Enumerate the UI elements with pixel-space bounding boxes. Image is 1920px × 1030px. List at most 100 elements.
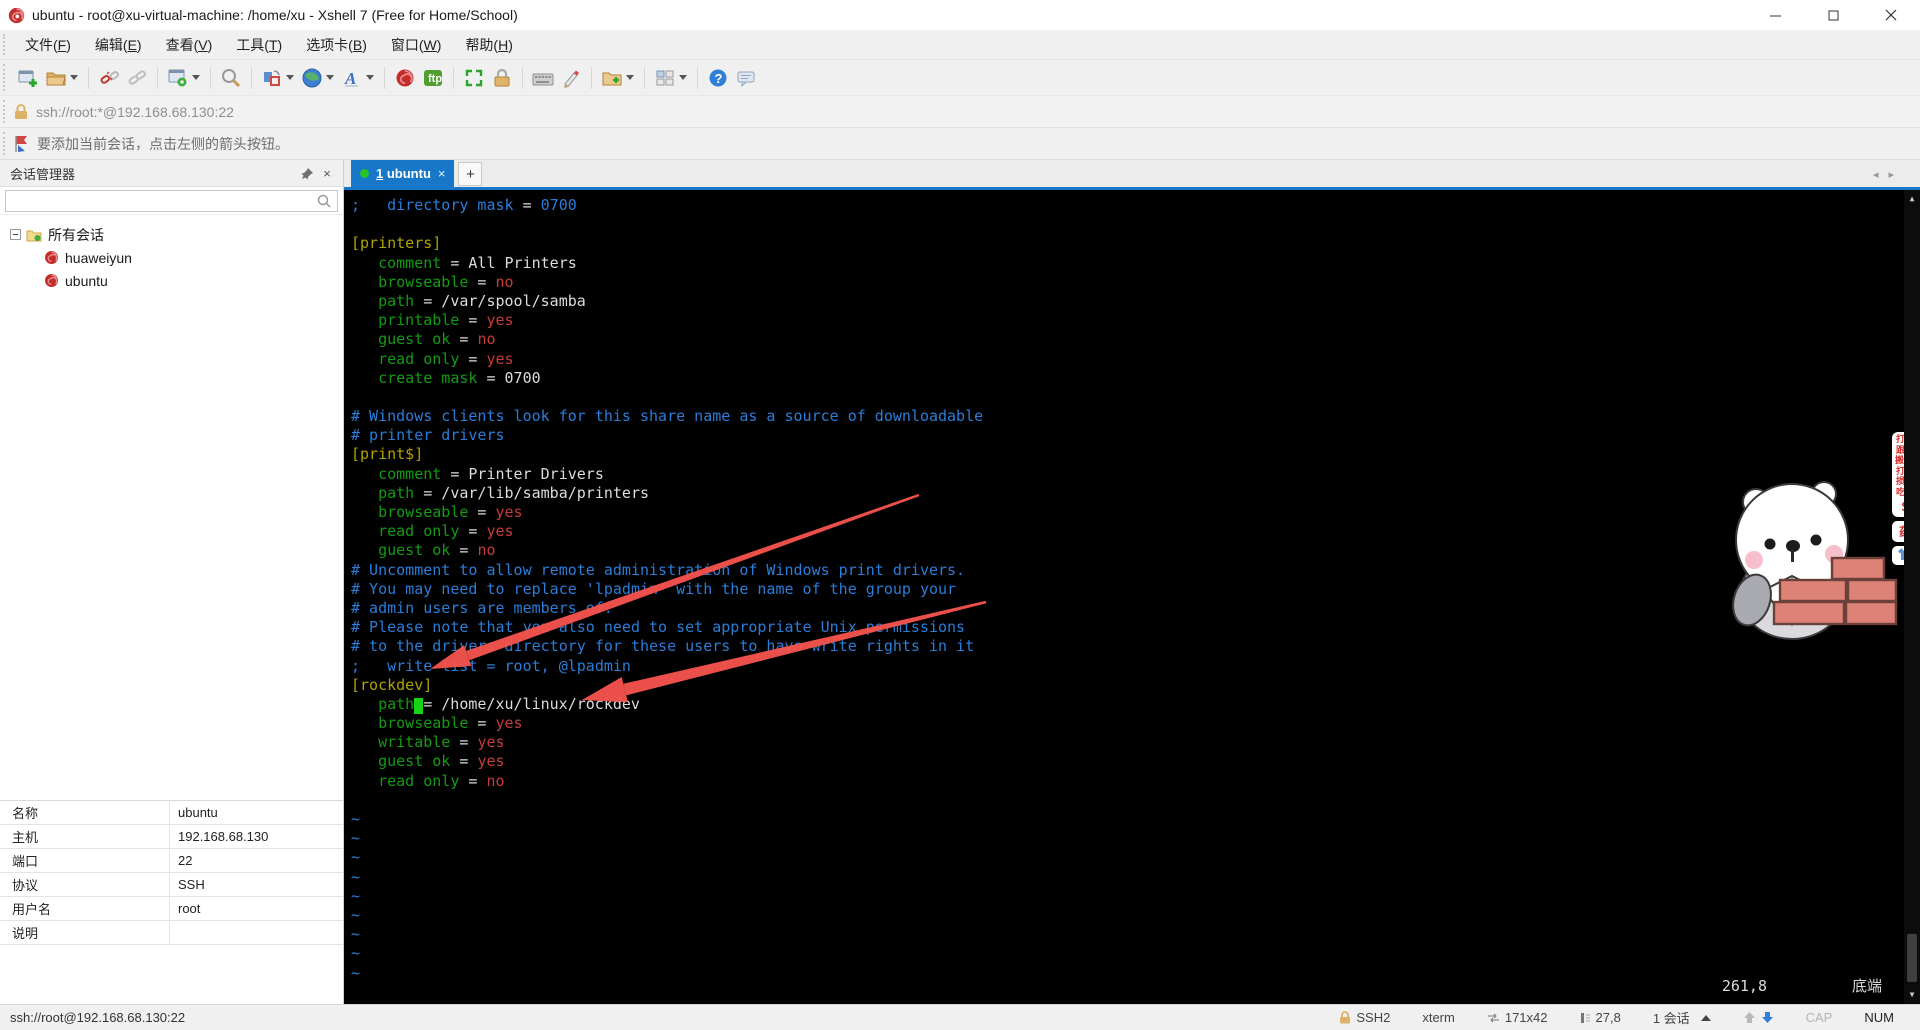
jump-up-icon[interactable] [1743, 1011, 1756, 1024]
svg-text:ftp: ftp [428, 73, 442, 85]
terminal-line-4: comment = All Printers [351, 254, 1900, 273]
menu-item-4[interactable]: 选项卡(B) [295, 31, 378, 59]
scroll-up-icon[interactable]: ▲ [1904, 192, 1920, 206]
menu-item-6[interactable]: 帮助(H) [454, 31, 523, 59]
terminal-line-17: browseable = yes [351, 503, 1900, 522]
session-search-input[interactable] [5, 190, 338, 212]
feedback-icon[interactable] [733, 65, 759, 91]
menu-item-5[interactable]: 窗口(W) [380, 31, 453, 59]
new-tab-button[interactable]: + [458, 162, 482, 186]
tile-windows-caret[interactable] [679, 75, 687, 80]
new-folder-icon[interactable] [599, 65, 625, 91]
menu-item-1[interactable]: 编辑(E) [84, 31, 153, 59]
svg-text:?: ? [715, 71, 723, 86]
tree-collapse-icon[interactable] [10, 229, 21, 240]
toolbar: A ftp ? [0, 60, 1920, 96]
open-session-folder-icon[interactable] [43, 65, 69, 91]
fullscreen-icon[interactable] [461, 65, 487, 91]
search-icon [317, 194, 331, 208]
terminal[interactable]: ; directory mask = 0700[printers] commen… [344, 190, 1920, 1004]
address-lock-icon [14, 104, 28, 120]
terminal-tilde-line: ~ [351, 868, 1900, 887]
terminal-line-10: create mask = 0700 [351, 369, 1900, 388]
terminal-tilde-line: ~ [351, 887, 1900, 906]
new-folder-caret[interactable] [626, 75, 634, 80]
caps-lock-indicator: CAP [1790, 1010, 1849, 1025]
layout-icon[interactable] [259, 65, 285, 91]
caret-pos-icon [1580, 1012, 1591, 1024]
terminal-tilde-line: ~ [351, 944, 1900, 963]
tab-scroll-left-icon[interactable]: ◂ [1873, 168, 1879, 181]
virtual-keyboard-icon[interactable] [530, 65, 556, 91]
disconnect-icon[interactable] [96, 65, 122, 91]
terminal-scrollbar[interactable]: ▲ ▼ [1904, 190, 1920, 1004]
help-icon[interactable]: ? [705, 65, 731, 91]
session-label: ubuntu [65, 273, 108, 289]
close-button[interactable] [1862, 0, 1920, 30]
jump-down-icon[interactable] [1761, 1011, 1774, 1024]
terminal-tilde-line: ~ [351, 925, 1900, 944]
property-value: ubuntu [170, 805, 218, 820]
terminal-line-24: # to the drivers directory for these use… [351, 637, 1900, 656]
status-bar: ssh://root@192.168.68.130:22 SSH2 xterm … [0, 1004, 1920, 1030]
terminal-line-19: guest ok = no [351, 541, 1900, 560]
open-session-caret[interactable] [70, 75, 78, 80]
pin-icon[interactable] [297, 163, 317, 183]
session-properties-caret[interactable] [192, 75, 200, 80]
scrollbar-thumb[interactable] [1907, 934, 1917, 982]
menu-item-2[interactable]: 查看(V) [155, 31, 224, 59]
maximize-button[interactable] [1804, 0, 1862, 30]
web-icon[interactable] [299, 65, 325, 91]
menu-item-0[interactable]: 文件(F) [14, 31, 82, 59]
ssh-lock-icon [1339, 1011, 1351, 1024]
left-panel-filler [0, 945, 343, 1004]
minimize-button[interactable] [1746, 0, 1804, 30]
title-bar: ubuntu - root@xu-virtual-machine: /home/… [0, 0, 1920, 30]
property-row-3: 协议SSH [0, 873, 343, 897]
property-value: root [170, 901, 200, 916]
property-label: 名称 [0, 801, 170, 824]
terminal-line-21: # You may need to replace 'lpadmin' with… [351, 580, 1900, 599]
tab-scroll-right-icon[interactable]: ▸ [1888, 168, 1894, 181]
session-count-selector[interactable]: 1 会话 [1637, 1008, 1727, 1027]
scroll-jump-buttons[interactable] [1727, 1011, 1790, 1024]
reconnect-icon[interactable] [124, 65, 150, 91]
terminal-line-26: [rockdev] [351, 676, 1900, 695]
menu-item-3[interactable]: 工具(T) [225, 31, 293, 59]
property-row-2: 端口22 [0, 849, 343, 873]
address-grip [3, 100, 7, 123]
property-value: 22 [170, 853, 192, 868]
session-count-caret-icon [1701, 1015, 1711, 1021]
terminal-line-14: [print$] [351, 445, 1900, 464]
session-properties-icon[interactable] [165, 65, 191, 91]
scroll-down-icon[interactable]: ▼ [1904, 988, 1920, 1002]
terminal-line-11 [351, 388, 1900, 407]
web-caret[interactable] [326, 75, 334, 80]
property-row-1: 主机192.168.68.130 [0, 825, 343, 849]
tab-close-icon[interactable]: × [438, 166, 446, 181]
xshell-logo-icon [8, 7, 25, 24]
terminal-line-22: # admin users are members of. [351, 599, 1900, 618]
find-icon[interactable] [218, 65, 244, 91]
notice-grip [3, 132, 7, 155]
session-label: huaweiyun [65, 250, 132, 266]
xshell-session-icon[interactable] [392, 65, 418, 91]
session-manager-header: 会话管理器 × [0, 160, 343, 187]
tree-session-ubuntu[interactable]: ubuntu [10, 269, 343, 292]
tree-root-all-sessions[interactable]: 所有会话 [10, 223, 343, 246]
notice-text: 要添加当前会话，点击左侧的箭头按钮。 [37, 134, 289, 154]
tree-session-huaweiyun[interactable]: huaweiyun [10, 246, 343, 269]
font-caret[interactable] [366, 75, 374, 80]
panel-close-icon[interactable]: × [317, 163, 337, 183]
layout-caret[interactable] [286, 75, 294, 80]
xftp-icon[interactable]: ftp [420, 65, 446, 91]
font-icon[interactable]: A [339, 65, 365, 91]
new-session-icon[interactable] [15, 65, 41, 91]
highlight-pen-icon[interactable] [558, 65, 584, 91]
property-label: 说明 [0, 921, 170, 944]
property-label: 主机 [0, 825, 170, 848]
lock-screen-icon[interactable] [489, 65, 515, 91]
tile-windows-icon[interactable] [652, 65, 678, 91]
tab-ubuntu[interactable]: 1 ubuntu × [351, 160, 454, 187]
address-bar[interactable]: ssh://root:*@192.168.68.130:22 [0, 96, 1920, 128]
